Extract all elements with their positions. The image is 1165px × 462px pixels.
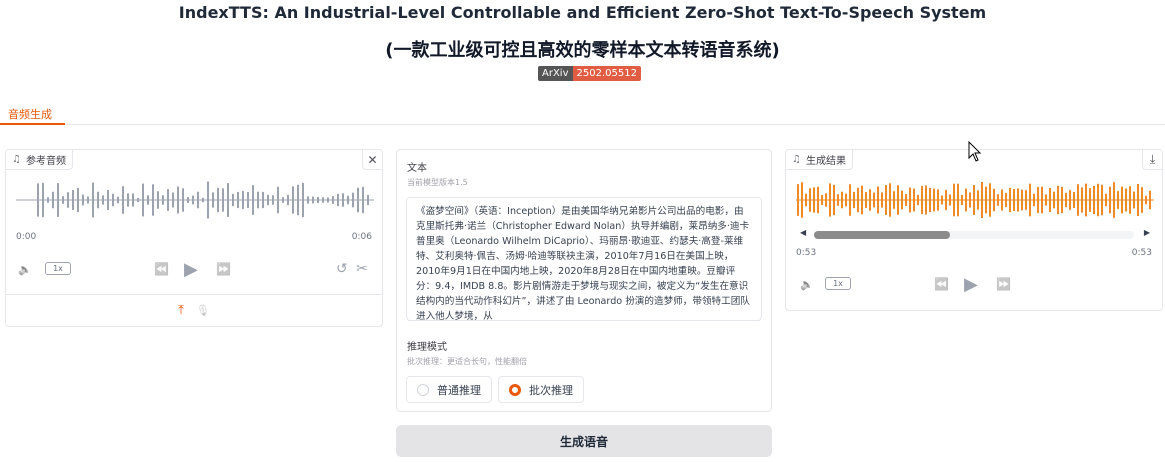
waveform-baseline [16, 199, 374, 201]
reference-audio-panel: ♫ 参考音频 ✕ 0:00 0:06 🔈 1x ⏪ ▶ ⏩ ↺ ✂ ⤒ 🎙 [5, 149, 383, 327]
reference-source-bar: ⤒ 🎙 [6, 294, 382, 326]
reference-time-start: 0:00 [16, 232, 37, 242]
reference-waveform[interactable] [16, 178, 374, 222]
result-waveform[interactable] [796, 178, 1154, 222]
rewind-icon[interactable]: ⏪ [934, 273, 949, 295]
scroll-left-icon[interactable]: ◀ [800, 228, 806, 237]
scissors-icon[interactable]: ✂ [356, 258, 368, 280]
reference-controls: 🔈 1x ⏪ ▶ ⏩ ↺ ✂ [16, 258, 374, 280]
text-input[interactable]: 《盗梦空间》（英语：Inception）是由美国华纳兄弟影片公司出品的电影，由克… [406, 197, 762, 321]
result-audio-label-text: 生成结果 [805, 156, 846, 167]
reference-time-end: 0:06 [351, 232, 372, 242]
result-audio-label: ♫ 生成结果 [786, 150, 853, 170]
reference-audio-label: ♫ 参考音频 [6, 150, 73, 170]
result-audio-panel: ♫ 生成结果 ⤓ ◀ ▶ 0:53 0:53 🔈 1x ⏪ ▶ ⏩ [785, 149, 1163, 311]
badge-right: 2502.05512 [572, 66, 641, 81]
download-icon: ⤓ [1149, 152, 1156, 166]
mode-normal-radio[interactable]: 普通推理 [406, 376, 492, 403]
badge-left: ArXiv [538, 66, 573, 81]
playback-rate-button[interactable]: 1x [45, 262, 71, 275]
volume-icon[interactable]: 🔈 [18, 258, 32, 280]
reference-audio-label-text: 参考音频 [25, 156, 66, 167]
text-panel: 文本 当前模型版本1.5 《盗梦空间》（英语：Inception）是由美国华纳兄… [396, 149, 772, 412]
mode-batch-radio[interactable]: 批次推理 [498, 376, 584, 403]
inference-mode-label: 推理模式 [407, 342, 447, 353]
text-label: 文本 [407, 163, 427, 174]
volume-icon[interactable]: 🔈 [800, 273, 814, 295]
music-note-icon: ♫ [12, 154, 21, 165]
result-controls: 🔈 1x ⏪ ▶ ⏩ [796, 273, 1154, 295]
radio-selected-icon [509, 383, 521, 396]
mouse-cursor-icon [968, 141, 982, 162]
arxiv-badge[interactable]: ArXiv 2502.05512 [538, 66, 641, 81]
inference-mode-info: 批次推理：更适合长句，性能翻倍 [407, 357, 527, 366]
music-note-icon: ♫ [792, 154, 801, 165]
upload-icon[interactable]: ⤒ [178, 303, 184, 318]
scrollbar-thumb[interactable] [814, 231, 950, 239]
waveform-baseline [796, 199, 1154, 201]
model-version-info: 当前模型版本1.5 [407, 178, 468, 187]
result-time-start: 0:53 [796, 248, 817, 258]
radio-unselected-icon [417, 383, 429, 396]
page-subtitle: (一款工业级可控且高效的零样本文本转语音系统) [385, 40, 780, 61]
mode-normal-label: 普通推理 [437, 383, 481, 397]
page-title: IndexTTS: An Industrial-Level Controllab… [178, 3, 987, 22]
forward-icon[interactable]: ⏩ [216, 258, 231, 280]
playback-rate-button[interactable]: 1x [825, 277, 851, 290]
play-icon[interactable]: ▶ [184, 258, 198, 280]
download-button[interactable]: ⤓ [1142, 150, 1162, 170]
undo-icon[interactable]: ↺ [336, 258, 348, 280]
microphone-icon[interactable]: 🎙 [196, 304, 210, 317]
clear-audio-button[interactable]: ✕ [362, 150, 382, 170]
play-icon[interactable]: ▶ [964, 273, 978, 295]
waveform-scrollbar[interactable]: ◀ ▶ [800, 228, 1150, 240]
tab-bar: 音频生成 [0, 100, 1165, 125]
close-icon: ✕ [367, 152, 378, 167]
rewind-icon[interactable]: ⏪ [154, 258, 169, 280]
scroll-right-icon[interactable]: ▶ [1144, 228, 1150, 237]
mode-batch-label: 批次推理 [529, 383, 573, 397]
tab-audio-generation[interactable]: 音频生成 [0, 100, 65, 125]
forward-icon[interactable]: ⏩ [996, 273, 1011, 295]
generate-speech-button[interactable]: 生成语音 [396, 425, 772, 457]
result-time-end: 0:53 [1131, 248, 1152, 258]
